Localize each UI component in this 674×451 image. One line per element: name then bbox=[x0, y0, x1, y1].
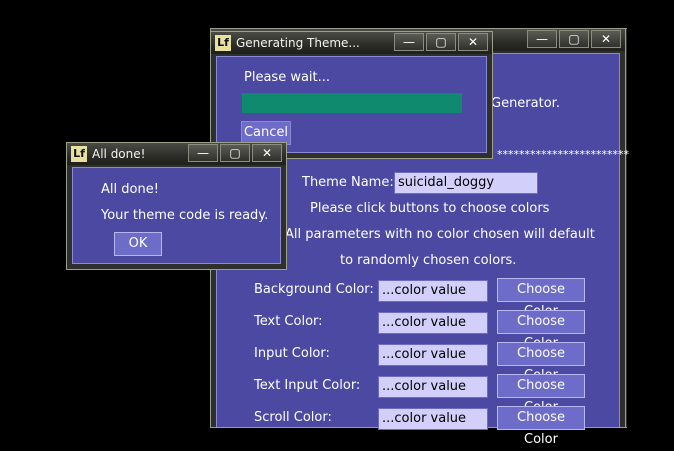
row-label: Scroll Color: bbox=[254, 410, 332, 425]
maximize-button[interactable]: ▢ bbox=[559, 30, 589, 48]
generator-text: Generator. bbox=[491, 96, 560, 111]
instruction-line-3: to randomly chosen colors. bbox=[340, 253, 517, 268]
progress-titlebar[interactable]: Lf Generating Theme... — ▢ ✕ bbox=[211, 32, 492, 54]
theme-name-label: Theme Name: bbox=[302, 175, 394, 190]
app-logo-icon: Lf bbox=[71, 146, 87, 162]
text-input-color-input[interactable]: ...color value bbox=[378, 376, 488, 398]
background-color-input[interactable]: ...color value bbox=[378, 280, 488, 302]
input-color-input[interactable]: ...color value bbox=[378, 344, 488, 366]
close-button[interactable]: ✕ bbox=[458, 33, 488, 51]
ok-button[interactable]: OK bbox=[114, 232, 162, 256]
minimize-button[interactable]: — bbox=[188, 144, 218, 162]
row-label: Background Color: bbox=[254, 282, 374, 297]
theme-ready-text: Your theme code is ready. bbox=[101, 208, 269, 223]
row-label: Text Input Color: bbox=[254, 378, 361, 393]
progress-window-title: Generating Theme... bbox=[236, 36, 360, 50]
minimize-button[interactable]: — bbox=[394, 33, 424, 51]
instruction-line-1: Please click buttons to choose colors bbox=[310, 201, 550, 216]
progress-bar bbox=[242, 93, 462, 113]
choose-background-color-button[interactable]: Choose Color bbox=[497, 278, 585, 319]
choose-text-input-color-button[interactable]: Choose Color bbox=[497, 374, 585, 415]
done-window-title: All done! bbox=[92, 147, 146, 161]
please-wait-text: Please wait... bbox=[244, 70, 331, 85]
all-done-dialog: Lf All done! — ▢ ✕ All done! Your theme … bbox=[66, 142, 287, 270]
choose-scroll-color-button[interactable]: Choose Color bbox=[497, 406, 585, 447]
done-content: All done! Your theme code is ready. OK bbox=[72, 167, 281, 264]
stars-divider: ************************ bbox=[497, 148, 629, 161]
text-color-input[interactable]: ...color value bbox=[378, 312, 488, 334]
close-button[interactable]: ✕ bbox=[591, 30, 621, 48]
maximize-button[interactable]: ▢ bbox=[426, 33, 456, 51]
app-logo-icon: Lf bbox=[215, 35, 231, 51]
instruction-line-2: All parameters with no color chosen will… bbox=[285, 227, 595, 242]
minimize-button[interactable]: — bbox=[527, 30, 557, 48]
maximize-button[interactable]: ▢ bbox=[220, 144, 250, 162]
all-done-text: All done! bbox=[101, 182, 159, 197]
progress-bar-fill bbox=[242, 93, 462, 113]
theme-name-input[interactable]: suicidal_doggy bbox=[394, 172, 538, 194]
close-button[interactable]: ✕ bbox=[252, 144, 282, 162]
row-label: Text Color: bbox=[254, 314, 323, 329]
row-label: Input Color: bbox=[254, 346, 330, 361]
generating-theme-dialog: Lf Generating Theme... — ▢ ✕ Please wait… bbox=[210, 31, 493, 159]
done-titlebar[interactable]: Lf All done! — ▢ ✕ bbox=[67, 143, 286, 165]
choose-text-color-button[interactable]: Choose Color bbox=[497, 310, 585, 351]
choose-input-color-button[interactable]: Choose Color bbox=[497, 342, 585, 383]
progress-content: Please wait... Cancel bbox=[216, 56, 487, 153]
